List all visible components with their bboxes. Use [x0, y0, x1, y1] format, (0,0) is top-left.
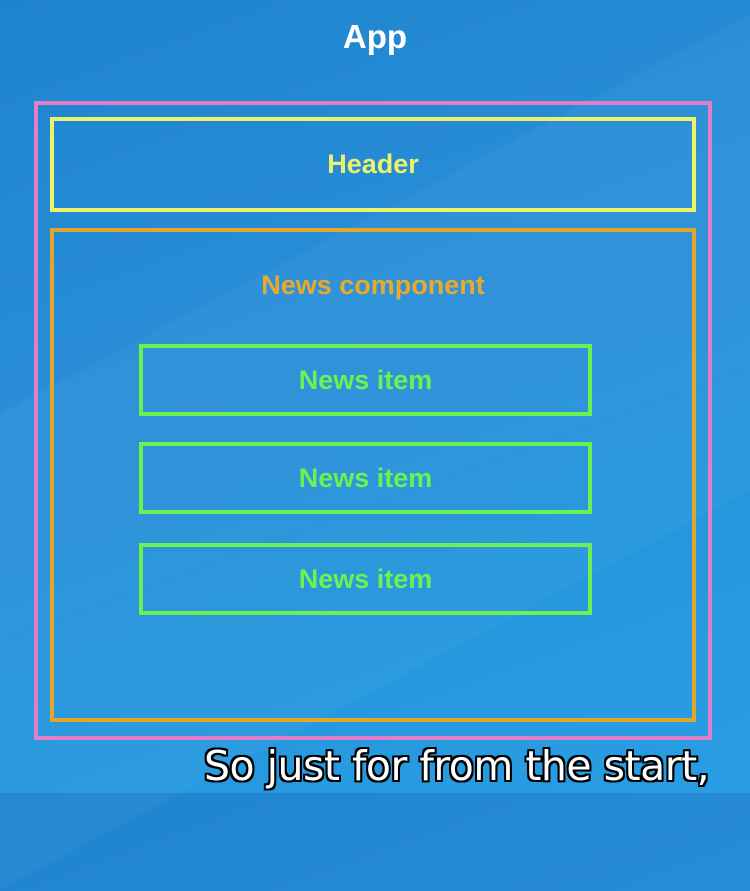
news-component-label: News component — [261, 270, 485, 300]
news-item-label: News item — [298, 462, 433, 493]
news-item-label: News item — [298, 364, 433, 395]
news-item-box: News item — [139, 543, 592, 615]
news-item-box: News item — [139, 344, 592, 416]
header-label: Header — [327, 149, 419, 179]
header-box: Header — [50, 117, 696, 212]
news-item-label: News item — [298, 563, 433, 594]
video-caption: So just for from the start, — [204, 742, 710, 790]
news-item-box: News item — [139, 442, 592, 514]
app-title: App — [342, 18, 408, 55]
